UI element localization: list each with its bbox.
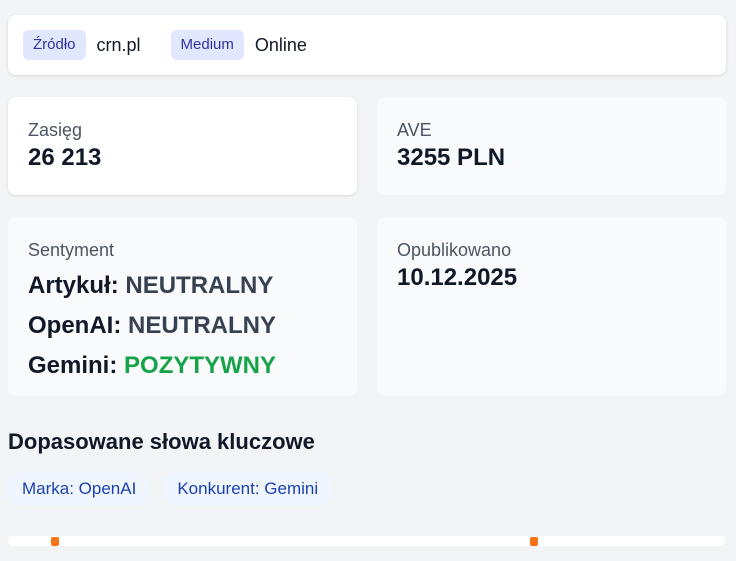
keyword-chips: Marka: OpenAI Konkurent: Gemini xyxy=(8,472,333,506)
sentiment-source-name: Gemini: xyxy=(28,352,118,379)
ave-value: 3255 PLN xyxy=(397,144,506,171)
ave-card: AVE 3255 PLN xyxy=(377,97,726,195)
sentiment-label: Sentyment xyxy=(28,240,115,260)
medium-label-pill: Medium xyxy=(170,30,244,60)
keyword-chip-competitor[interactable]: Konkurent: Gemini xyxy=(163,472,333,506)
highlight-timeline xyxy=(8,536,726,546)
sentiment-row-gemini: Gemini: POZYTYWNY xyxy=(28,351,337,381)
reach-card: Zasięg 26 213 xyxy=(8,97,357,195)
article-details: Źródło crn.pl Medium Online Zasięg 26 21… xyxy=(0,0,736,561)
timeline-marker[interactable] xyxy=(530,537,538,546)
ave-label: AVE xyxy=(397,120,432,140)
keyword-chip-brand[interactable]: Marka: OpenAI xyxy=(8,472,151,506)
source-value: crn.pl xyxy=(96,34,141,55)
reach-label: Zasięg xyxy=(28,120,83,140)
reach-value: 26 213 xyxy=(28,144,102,171)
keywords-heading: Dopasowane słowa kluczowe xyxy=(8,429,315,454)
sentiment-value: NEUTRALNY xyxy=(128,312,276,339)
sentiment-card: Sentyment Artykuł: NEUTRALNY OpenAI: NEU… xyxy=(8,217,357,396)
published-card: Opublikowano 10.12.2025 xyxy=(377,217,726,396)
sentiment-source-name: Artykuł: xyxy=(28,272,119,299)
published-label: Opublikowano xyxy=(397,240,512,260)
sentiment-row-openai: OpenAI: NEUTRALNY xyxy=(28,311,337,341)
published-date: 10.12.2025 xyxy=(397,264,518,291)
medium-value: Online xyxy=(254,34,307,55)
timeline-marker[interactable] xyxy=(51,537,59,546)
sentiment-source-name: OpenAI: xyxy=(28,312,122,339)
sentiment-value: POZYTYWNY xyxy=(124,352,277,379)
sentiment-row-article: Artykuł: NEUTRALNY xyxy=(28,271,337,301)
source-card: Źródło crn.pl Medium Online xyxy=(8,15,726,75)
sentiment-value: NEUTRALNY xyxy=(125,272,274,299)
source-label-pill: Źródło xyxy=(23,30,86,60)
